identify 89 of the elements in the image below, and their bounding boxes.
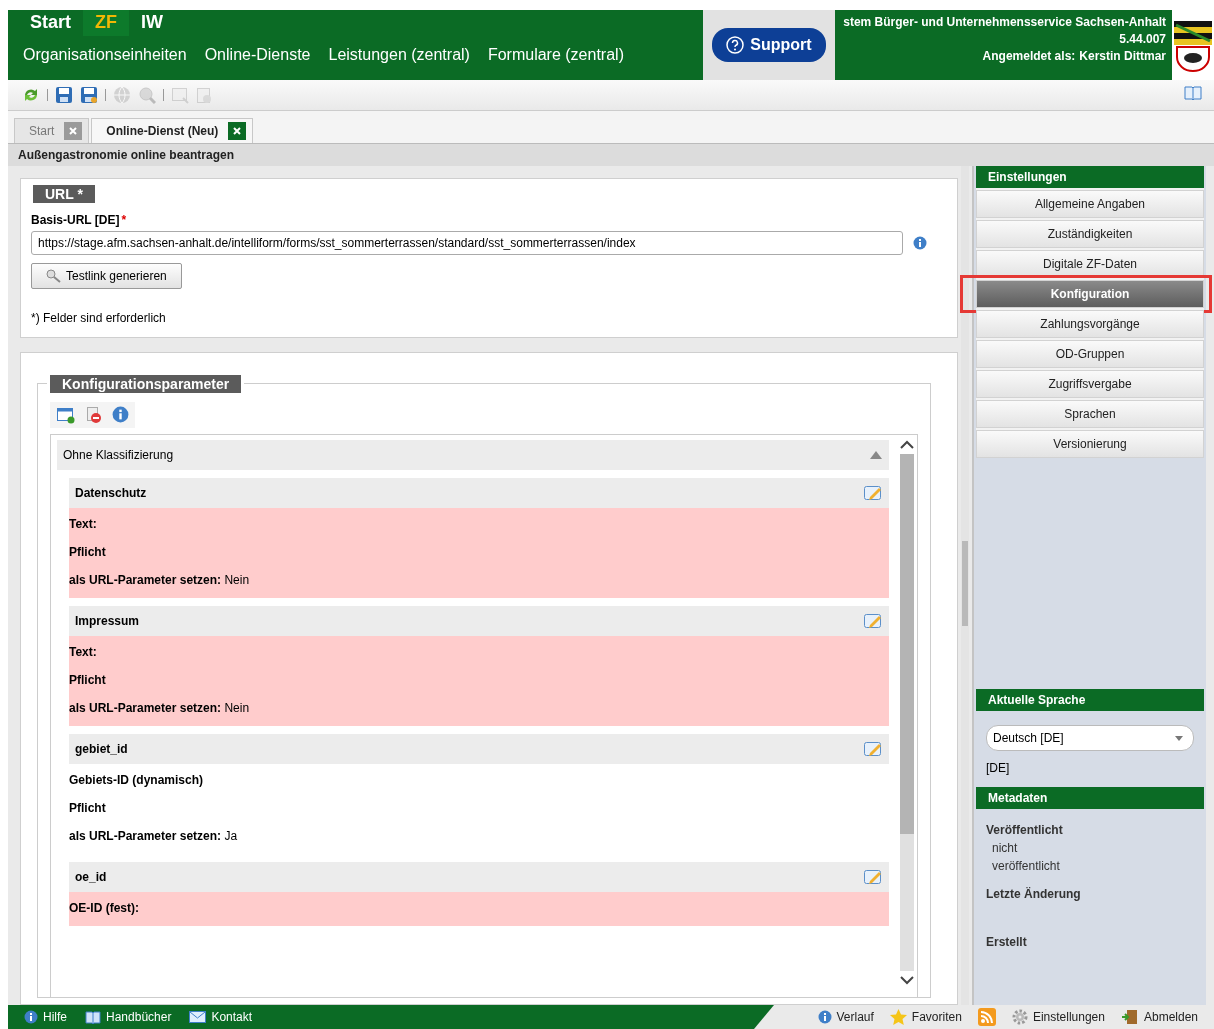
url-input-field[interactable]: https://stage.afm.sachsen-anhalt.de/intelliform/forms/sst_sommerterrassen/standard/sst_sommerterrassen/index <box>31 231 903 255</box>
group-title: Ohne Klassifizierung <box>63 448 174 462</box>
footer-link[interactable]: Favoriten <box>889 1009 962 1025</box>
edit-icon[interactable] <box>863 484 883 502</box>
field-label: Basis-URL [DE] <box>31 213 120 227</box>
settings-nav-item[interactable]: OD-Gruppen <box>976 340 1204 368</box>
globe-icon <box>113 86 131 104</box>
exit-door-icon <box>1120 1009 1139 1025</box>
window-icon <box>171 86 189 104</box>
metadata-label: Letzte Änderung <box>986 887 1082 901</box>
login-label: Angemeldet als: <box>982 48 1076 65</box>
section-legend: Konfigurationsparameter <box>50 375 242 393</box>
close-icon[interactable] <box>228 122 247 140</box>
rss-icon <box>977 1008 996 1026</box>
help-icon <box>726 36 745 54</box>
scroll-up-icon[interactable] <box>900 440 914 450</box>
edit-icon[interactable] <box>863 868 883 886</box>
settings-nav-item[interactable]: Sprachen <box>976 400 1204 428</box>
language-code: [DE] <box>986 761 1011 775</box>
group-header[interactable]: Ohne Klassifizierung <box>57 440 889 470</box>
settings-nav-item[interactable]: Zuständigkeiten <box>976 220 1204 248</box>
document-tab[interactable]: Start <box>14 118 90 143</box>
refresh-icon <box>22 87 40 103</box>
scrollbar-thumb[interactable] <box>962 541 968 626</box>
menu-item[interactable]: Online-Dienste <box>204 46 311 64</box>
parameter-title: gebiet_id <box>75 742 128 756</box>
settings-nav-item[interactable]: Digitale ZF-Daten <box>976 250 1204 278</box>
metadata-label: Erstellt <box>986 935 1028 949</box>
help-icon[interactable] <box>112 406 129 423</box>
metadata-value: nicht veröffentlicht <box>991 840 1061 875</box>
settings-nav-item[interactable]: Zahlungsvorgänge <box>976 310 1204 338</box>
settings-nav-item[interactable]: Zugriffsvergabe <box>976 370 1204 398</box>
section-header: Aktuelle Sprache <box>976 689 1204 711</box>
nav-tab[interactable]: IW <box>129 10 175 36</box>
section-legend: URL * <box>33 185 95 203</box>
document-tab[interactable]: Online-Dienst (Neu) <box>91 118 254 143</box>
footer-link[interactable]: Abmelden <box>1120 1009 1198 1025</box>
page-title: Außengastronomie online beantragen <box>18 148 235 162</box>
required-fields-note: *) Felder sind erforderlich <box>31 311 167 325</box>
footer-link[interactable]: Einstellungen <box>1011 1009 1105 1025</box>
dropdown-caret-icon <box>1175 735 1183 741</box>
parameter-title: oe_id <box>75 870 107 884</box>
footer-link[interactable]: Kontakt <box>189 1010 253 1024</box>
help-icon[interactable] <box>913 236 927 250</box>
book-icon[interactable] <box>1184 86 1202 100</box>
magnifier-icon <box>138 86 156 104</box>
section-header: Einstellungen <box>976 166 1204 188</box>
edit-icon[interactable] <box>863 612 883 630</box>
footer-link[interactable]: Hilfe <box>24 1010 67 1024</box>
system-title: stem Bürger- und Unternehmensservice Sachsen-Anhalt <box>843 14 1166 31</box>
nav-tab[interactable]: Start <box>18 10 83 36</box>
envelope-icon <box>189 1011 207 1023</box>
close-icon[interactable] <box>64 122 83 140</box>
menu-item[interactable]: Leistungen (zentral) <box>328 46 470 64</box>
section-header: Metadaten <box>976 787 1204 809</box>
menu-item[interactable]: Formulare (zentral) <box>487 46 624 64</box>
required-mark: * <box>121 213 127 227</box>
parameter-line: Pflicht <box>69 800 107 817</box>
parameter-header[interactable]: gebiet_id <box>69 734 889 764</box>
parameter-line: als URL-Parameter setzen: Ja <box>69 828 239 845</box>
edit-icon[interactable] <box>863 740 883 758</box>
parameter-line: Gebiets-ID (dynamisch) <box>69 772 205 789</box>
version-label: 5.44.007 <box>1119 31 1166 48</box>
settings-nav-item[interactable]: Versionierung <box>976 430 1204 458</box>
language-select[interactable]: Deutsch [DE] <box>986 725 1194 751</box>
settings-nav-item[interactable]: Konfiguration <box>976 280 1204 308</box>
info-icon <box>817 1010 832 1024</box>
menu-item[interactable]: Organisationseinheiten <box>23 46 187 64</box>
footer-link[interactable]: Handbücher <box>85 1010 172 1024</box>
parameter-header[interactable]: oe_id <box>69 862 889 892</box>
book-icon <box>85 1010 101 1024</box>
info-icon <box>24 1010 38 1024</box>
remove-icon[interactable] <box>84 406 104 424</box>
generate-testlink-button[interactable]: Testlink generieren <box>31 263 182 289</box>
metadata-label: Veröffentlicht <box>986 823 1064 837</box>
scrollbar-thumb[interactable] <box>900 454 914 834</box>
settings-nav-item[interactable]: Allgemeine Angaben <box>976 190 1204 218</box>
parameter-header[interactable]: Datenschutz <box>69 478 889 508</box>
support-button[interactable]: Support <box>712 28 826 62</box>
parameter-title: Impressum <box>75 614 140 628</box>
gear-icon <box>1011 1009 1028 1025</box>
user-name: Kerstin Dittmar <box>1079 48 1166 65</box>
star-icon <box>889 1009 907 1025</box>
parameter-header[interactable]: Impressum <box>69 606 889 636</box>
parameter-title: Datenschutz <box>75 486 147 500</box>
add-window-icon[interactable] <box>56 406 76 424</box>
collapse-icon[interactable] <box>869 450 883 460</box>
footer-link[interactable]: Verlauf <box>817 1010 874 1024</box>
scroll-down-icon[interactable] <box>900 975 914 985</box>
